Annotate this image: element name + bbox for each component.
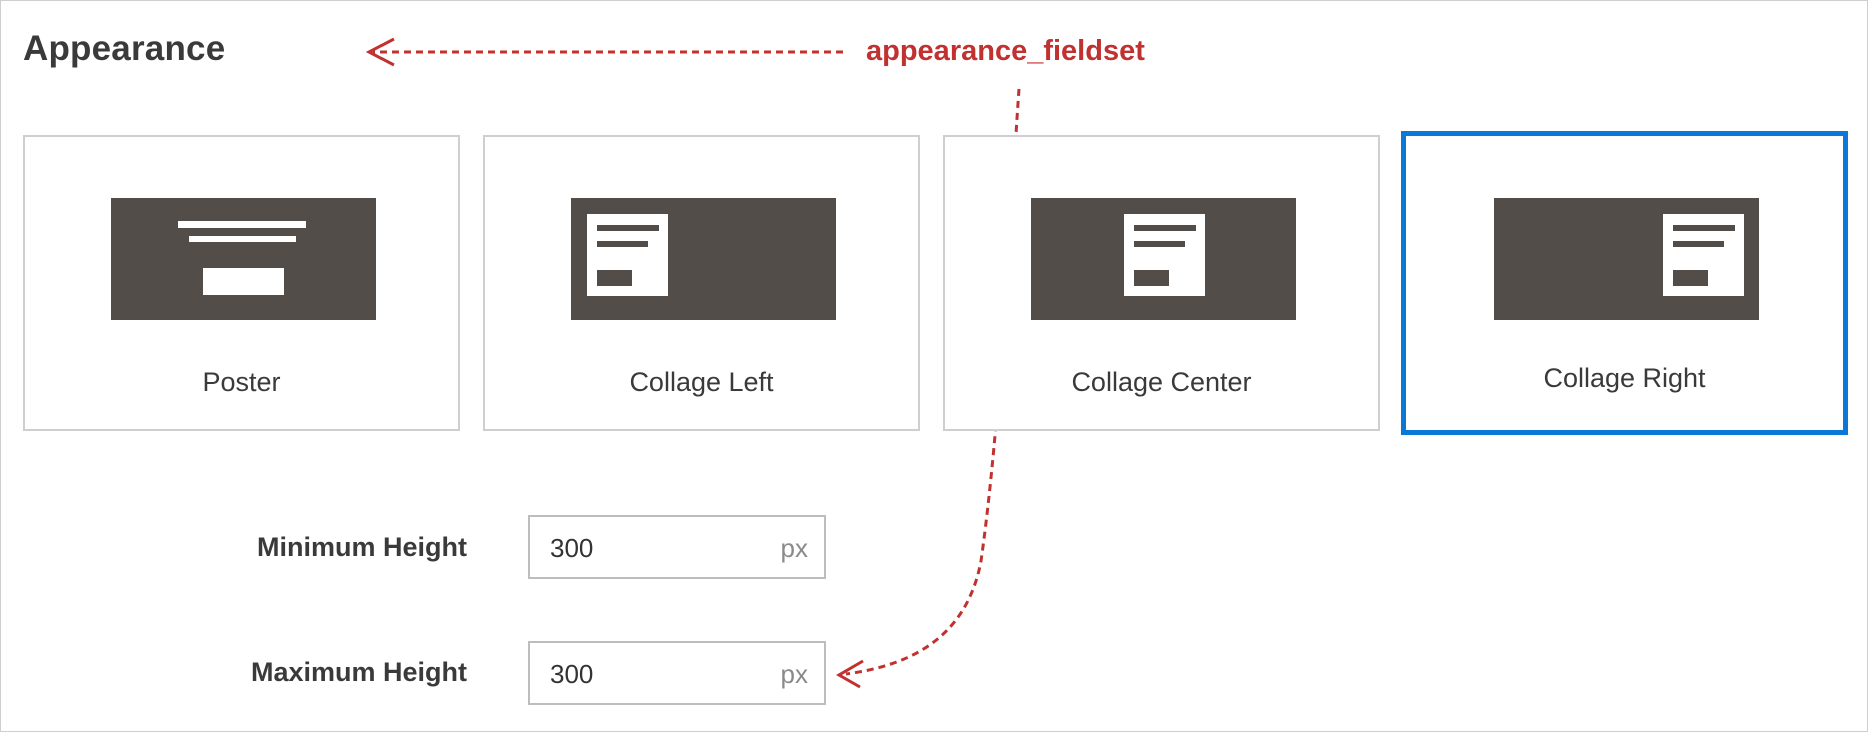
collage-center-thumbnail	[1031, 198, 1296, 320]
appearance-option-label: Poster	[202, 367, 281, 397]
max-height-value: 300	[550, 659, 594, 689]
appearance-panel: Appearance appearance_fieldset Poster Co…	[0, 0, 1868, 732]
min-height-input[interactable]: 300 px	[528, 515, 826, 579]
appearance-option-label: Collage Right	[1543, 363, 1706, 393]
max-height-label: Maximum Height	[250, 657, 467, 687]
min-height-value: 300	[550, 533, 594, 563]
collage-right-thumbnail	[1494, 198, 1759, 320]
appearance-option-label: Collage Left	[629, 367, 774, 397]
collage-left-thumbnail	[571, 198, 836, 320]
appearance-option-collage-center[interactable]: Collage Center	[943, 135, 1380, 431]
appearance-option-collage-left[interactable]: Collage Left	[483, 135, 920, 431]
max-height-unit: px	[780, 659, 808, 689]
min-height-label: Minimum Height	[257, 532, 467, 562]
appearance-option-label: Collage Center	[1071, 367, 1252, 397]
poster-thumbnail	[111, 198, 376, 320]
min-height-unit: px	[780, 533, 808, 563]
annotation-arrow-field-head	[836, 659, 864, 689]
max-height-input[interactable]: 300 px	[528, 641, 826, 705]
appearance-option-collage-right[interactable]: Collage Right	[1401, 131, 1848, 435]
appearance-option-poster[interactable]: Poster	[23, 135, 460, 431]
